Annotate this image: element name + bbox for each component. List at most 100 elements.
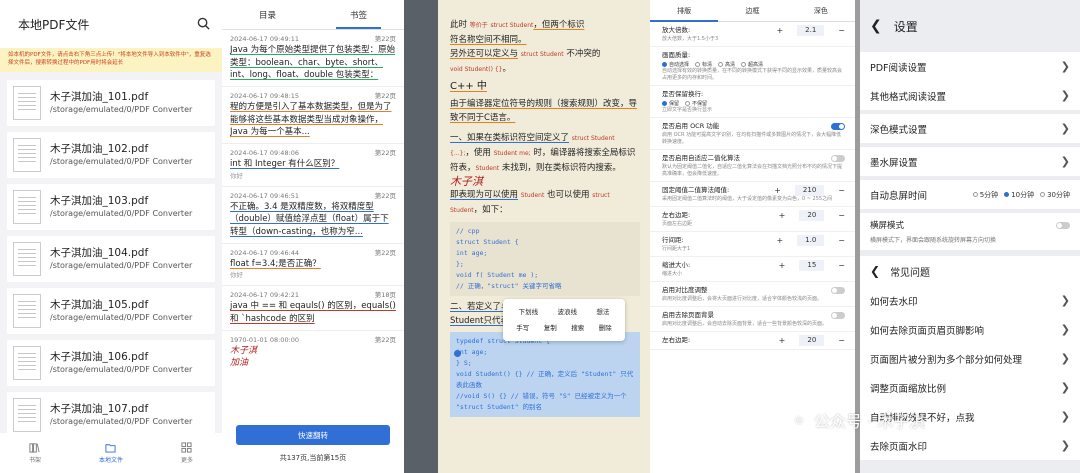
minus-icon[interactable]: − <box>838 25 845 36</box>
radio-option[interactable]: 10分钟 <box>1004 190 1034 200</box>
list-item[interactable]: 2024-06-17 09:42:21 第18页 java 中 == 和 eqaul… <box>222 286 404 331</box>
stepper-value: 20 <box>799 335 825 346</box>
tab-border[interactable]: 边框 <box>718 0 786 22</box>
list-item[interactable]: 2024-06-17 09:48:15 第22页 程的方便是引入了基本数据类型，但是… <box>222 87 404 144</box>
chevron-right-icon: ❯ <box>1060 122 1070 135</box>
faq-item[interactable]: 去除页面水印 ❯ <box>860 431 1080 460</box>
text: 。 <box>502 64 511 74</box>
setting-label: 行间距: <box>662 236 684 244</box>
menu-item-delete[interactable]: 删除 <box>599 320 612 336</box>
minus-icon[interactable]: − <box>838 185 845 196</box>
menu-item-idea[interactable]: 想法 <box>596 304 609 320</box>
stepper[interactable]: +20 − <box>779 210 845 221</box>
note-date: 2024-06-17 09:42:21 <box>230 291 300 299</box>
radio-option[interactable]: 5分钟 <box>972 190 998 200</box>
note-page: 第22页 <box>374 191 396 200</box>
menu-item-underline[interactable]: 下划线 <box>519 304 539 320</box>
minus-icon[interactable]: − <box>838 235 845 246</box>
tab-layout[interactable]: 排版 <box>650 0 719 22</box>
list-item[interactable]: 木子淇加油_107.pdf/storage/emulated/0/PDF Con… <box>7 392 215 438</box>
settings-row-pdf[interactable]: PDF阅读设置 ❯ <box>860 52 1080 81</box>
toggle[interactable] <box>831 312 845 319</box>
plus-icon[interactable]: + <box>779 210 786 221</box>
list-item[interactable]: 1970-01-01 08:00:00 第22页 木子淇 加油 <box>222 331 404 374</box>
pdf-thumbnail <box>13 86 41 120</box>
stepper[interactable]: +20 − <box>779 335 845 346</box>
nav-local-files[interactable]: 本地文件 <box>99 442 123 464</box>
list-item[interactable]: 2024-06-17 09:46:44 第22页 float f=3.4;是否正确？… <box>222 244 404 286</box>
menu-item-search[interactable]: 搜索 <box>571 320 584 336</box>
back-arrow-icon[interactable]: ❮ <box>870 264 880 278</box>
list-item[interactable]: 木子淇加油_102.pdf/storage/emulated/0/PDF Con… <box>7 132 215 178</box>
menu-item-handwrite[interactable]: 手写 <box>516 320 529 336</box>
radio-option[interactable]: 30分钟 <box>1040 190 1070 200</box>
nav-bookshelf[interactable]: 书架 <box>29 442 41 464</box>
plus-icon[interactable]: + <box>774 185 781 196</box>
code-block-selected[interactable]: typedef struct Student { int age; } S; v… <box>450 332 640 417</box>
toggle[interactable] <box>831 287 845 294</box>
code-ref: struct Student <box>490 22 534 29</box>
pdf-thumbnail <box>13 398 41 432</box>
file-path: /storage/emulated/0/PDF Converter <box>50 416 193 426</box>
stepper-value: 15 <box>799 260 825 271</box>
setting-line-spacing: 行间距: +1.0 − 行间距大于1 <box>650 232 855 257</box>
quick-flip-button[interactable]: 快速翻转 <box>236 425 390 445</box>
list-item[interactable]: 木子淇加油_101.pdf/storage/emulated/0/PDF Con… <box>7 80 215 126</box>
plus-icon[interactable]: + <box>779 335 786 346</box>
stepper[interactable]: +2.1 − <box>776 25 845 36</box>
radio-group: 自动选择 标清 高清 超高清 <box>662 61 845 68</box>
radio-option[interactable]: 保留 <box>662 100 679 107</box>
menu-item-wavy[interactable]: 波浪线 <box>557 304 577 320</box>
list-item[interactable]: 木子淇加油_106.pdf/storage/emulated/0/PDF Con… <box>7 340 215 386</box>
settings-row-landscape: 横屏模式 横屏模式下，界面会跟随系统旋转屏幕方向切换 <box>860 213 1080 250</box>
toggle[interactable] <box>1056 221 1070 229</box>
radio-option[interactable]: 不保留 <box>685 100 707 107</box>
plus-icon[interactable]: + <box>776 235 783 246</box>
faq-item[interactable]: 页面图片被分割为多个部分如何处理 ❯ <box>860 344 1080 373</box>
tab-dark[interactable]: 深色 <box>787 0 855 22</box>
faq-item[interactable]: 如何去水印 ❯ <box>860 286 1080 315</box>
plus-icon[interactable]: + <box>776 25 783 36</box>
back-arrow-icon[interactable]: ❮ <box>870 18 882 34</box>
setting-desc: 默认为固定阈值二值化，自适应二值化算法会在扫描文档光照分布不均的情况下提高准确率… <box>662 164 843 177</box>
toggle[interactable] <box>831 123 845 130</box>
menu-item-copy[interactable]: 复制 <box>544 320 557 336</box>
stepper[interactable]: +210 − <box>774 185 845 196</box>
chevron-right-icon: ❯ <box>1060 323 1070 336</box>
tab-bookmarks[interactable]: 书签 <box>313 0 404 29</box>
pdf-thumbnail <box>13 242 41 276</box>
radio-option[interactable]: 标清 <box>695 61 712 68</box>
plus-icon[interactable]: + <box>779 260 786 271</box>
minus-icon[interactable]: − <box>838 335 845 346</box>
list-item[interactable]: 木子淇加油_105.pdf/storage/emulated/0/PDF Con… <box>7 288 215 334</box>
settings-row-other-formats[interactable]: 其他格式阅读设置 ❯ <box>860 81 1080 110</box>
stepper[interactable]: +1.0 − <box>776 235 845 246</box>
stepper[interactable]: +15 − <box>779 260 845 271</box>
setting-desc: 启用对比度调整后，会自动去除页面背景，适合一些背景颜色较深的页面。 <box>662 321 828 327</box>
minus-icon[interactable]: − <box>838 210 845 221</box>
handwritten-signature: 木子淇 <box>230 346 258 356</box>
faq-item[interactable]: 调整页面缩放比例 ❯ <box>860 373 1080 402</box>
list-item[interactable]: 2024-06-17 09:48:06 第22页 int 和 Integer 有什么… <box>222 144 404 187</box>
radio-option[interactable]: 高清 <box>718 61 735 68</box>
tab-contents[interactable]: 目录 <box>222 0 313 29</box>
faq-item[interactable]: 如何去除页面页眉页脚影响 ❯ <box>860 315 1080 344</box>
note-page: 第22页 <box>374 92 396 100</box>
list-item[interactable]: 木子淇加油_104.pdf/storage/emulated/0/PDF Con… <box>7 236 215 282</box>
page-title: 本地PDF文件 <box>18 17 90 32</box>
list-item[interactable]: 木子淇加油_103.pdf/storage/emulated/0/PDF Con… <box>7 184 215 230</box>
search-icon[interactable] <box>197 15 210 34</box>
list-item[interactable]: 2024-06-17 09:46:51 第22页 不正确。3.4 是双精度数，将双精… <box>222 187 404 244</box>
setting-desc: 自动选择有效的转换质量，在不同的转换模式下获得不同的显示效果，质量较高会占用更多… <box>662 68 843 81</box>
radio-group: 5分钟 10分钟 30分钟 <box>972 190 1070 200</box>
radio-option[interactable]: 自动选择 <box>662 61 689 68</box>
minus-icon[interactable]: − <box>838 260 845 271</box>
settings-row-eink[interactable]: 墨水屏设置 ❯ <box>860 147 1080 176</box>
list-item[interactable]: 2024-06-17 09:49:11 第22页 Java 为每个原始类型提供了包装… <box>222 30 404 87</box>
settings-row-dark[interactable]: 深色模式设置 ❯ <box>860 114 1080 143</box>
nav-more[interactable]: 更多 <box>181 442 193 464</box>
selection-handle[interactable] <box>454 350 461 357</box>
radio-option[interactable]: 超高清 <box>741 61 763 68</box>
setting-remove-bg: 启用去除页面背景 启用对比度调整后，会自动去除页面背景，适合一些背景颜色较深的页面… <box>650 307 855 332</box>
toggle[interactable] <box>831 155 845 162</box>
